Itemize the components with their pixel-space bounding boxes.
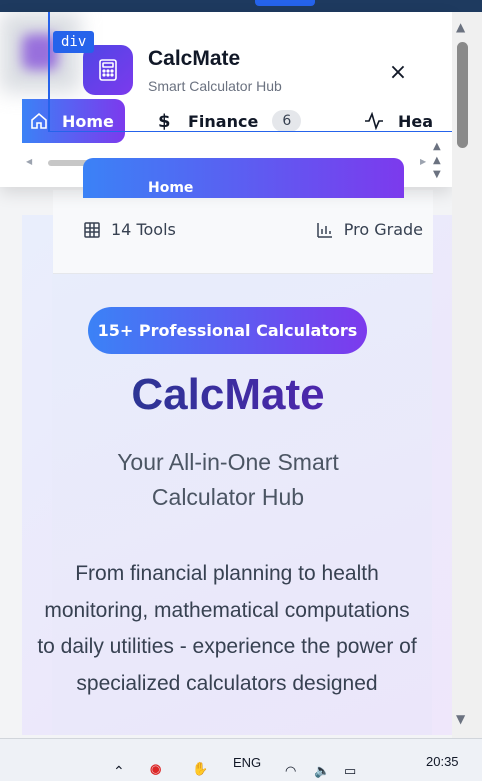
stat-tools-label: 14 Tools	[111, 220, 176, 239]
home-peek-label: Home	[148, 180, 194, 196]
scroll-down-icon[interactable]: ▼	[456, 712, 465, 726]
hero-title: CalcMate	[53, 370, 403, 420]
chevron-up-icon[interactable]: ⌃	[113, 763, 125, 780]
stat-grade-label: Pro Grade	[343, 220, 423, 239]
scroll-left-icon[interactable]: ◀	[26, 157, 32, 166]
hero-subtitle: Your All-in-One Smart Calculator Hub	[117, 449, 339, 510]
antivirus-icon[interactable]: ◉	[150, 761, 161, 777]
scroll-down-icon[interactable]: ▼	[433, 168, 441, 182]
language-indicator[interactable]: ENG	[233, 755, 261, 770]
scroll-up-icon-2[interactable]: ▲	[433, 154, 441, 168]
home-icon	[31, 112, 47, 129]
home-item-peek[interactable]: Home	[83, 158, 404, 198]
nav-item-home[interactable]: Home	[22, 99, 125, 143]
nav-row: Home $ Finance 6 Hea	[0, 99, 452, 143]
inspector-element-tag: div	[53, 31, 95, 53]
volume-icon[interactable]: 🔈	[314, 763, 330, 779]
active-tab-indicator	[255, 0, 315, 6]
close-icon: ×	[388, 59, 408, 85]
nav-item-label: Hea	[398, 111, 434, 131]
stat-tools: 14 Tools	[83, 220, 176, 239]
wifi-icon[interactable]: ◠	[285, 763, 296, 779]
battery-icon[interactable]: ▭	[344, 763, 356, 779]
browser-top-strip	[0, 0, 482, 12]
inspector-guide-vertical	[48, 12, 50, 132]
brand-tagline: Smart Calculator Hub	[148, 78, 282, 94]
calculator-count-badge: 15+ Professional Calculators	[88, 307, 367, 354]
close-button[interactable]: ×	[386, 59, 410, 85]
app-tray-icon[interactable]: ✋	[192, 761, 208, 777]
bar-chart-icon	[317, 222, 332, 238]
scroll-up-icon[interactable]: ▲	[456, 20, 465, 34]
activity-icon	[365, 112, 383, 130]
hero-description: From financial planning to health monito…	[37, 562, 417, 695]
scroll-up-icon[interactable]: ▲	[433, 140, 441, 154]
brand-title: CalcMate	[148, 47, 241, 70]
scrollbar-thumb[interactable]	[457, 42, 468, 148]
dollar-icon: $	[158, 110, 171, 132]
clock-time[interactable]: 20:35	[426, 754, 459, 769]
nav-item-label: Home	[62, 111, 114, 131]
finance-count-badge: 6	[272, 110, 302, 132]
calculator-icon	[99, 59, 117, 81]
page-vertical-scrollbar[interactable]: ▲ ▼	[452, 12, 482, 738]
stat-grade: Pro Grade	[316, 220, 423, 239]
taskbar: ⌃ ◉ ✋ ENG ◠ 🔈 ▭ 20:35	[0, 738, 482, 781]
inner-scroll-arrows[interactable]: ▲ ▲ ▼	[433, 140, 441, 182]
nav-item-health[interactable]: Hea	[364, 99, 433, 143]
inspector-guide-horizontal	[48, 131, 452, 132]
stats-bar: 14 Tools Pro Grade	[53, 190, 433, 274]
scroll-right-icon[interactable]: ▶	[420, 157, 426, 166]
nav-item-label: Finance	[188, 111, 259, 131]
grid-icon	[84, 221, 100, 238]
nav-item-finance[interactable]: $ Finance 6	[158, 99, 302, 143]
